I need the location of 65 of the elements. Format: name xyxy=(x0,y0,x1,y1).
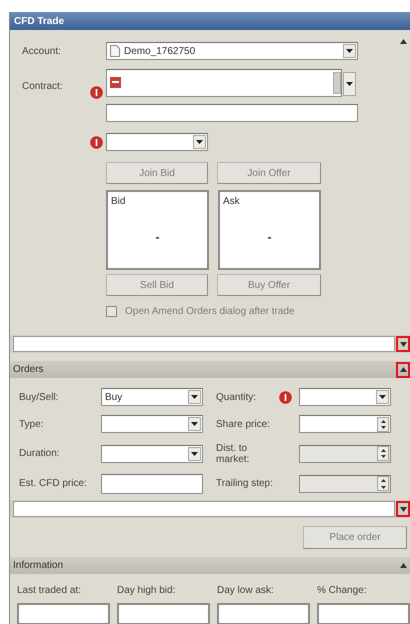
caret-down-icon xyxy=(191,395,198,400)
field-label: Contract: xyxy=(21,80,64,94)
field-label: Type: xyxy=(19,418,44,432)
dropdown-field[interactable] xyxy=(101,415,203,434)
text-field[interactable] xyxy=(106,104,358,122)
dropdown-button[interactable] xyxy=(188,446,201,461)
quote-label: Bid xyxy=(111,195,126,209)
caret-down-icon xyxy=(191,452,198,456)
quote-value: - xyxy=(154,229,160,246)
caret-down-icon xyxy=(346,49,353,53)
field-label: Day low ask: xyxy=(217,584,275,598)
field-label: Buy/Sell: xyxy=(19,390,60,405)
field-label: % Change: xyxy=(317,584,368,598)
quote-value: - xyxy=(266,229,272,246)
contract-field[interactable] xyxy=(106,68,342,96)
spin-button[interactable] xyxy=(377,416,389,432)
dropdown-button[interactable] xyxy=(376,390,389,404)
chevron-down-icon xyxy=(400,342,406,346)
dropdown-value: Demo_1762750 xyxy=(124,44,196,58)
field-label: Trailing step: xyxy=(216,478,274,490)
section-title: Information xyxy=(13,559,64,573)
field-label: Quantity: xyxy=(216,392,258,403)
expand-button[interactable] xyxy=(396,336,410,352)
field-label: Account: xyxy=(21,44,62,58)
field-label: Share price: xyxy=(216,418,271,430)
chevron-up-icon xyxy=(400,367,406,372)
document-icon xyxy=(110,45,120,57)
collapse-button[interactable] xyxy=(396,362,410,378)
section-title: Orders xyxy=(13,363,44,377)
field-label: Last traded at: xyxy=(17,584,82,598)
caret-up-icon xyxy=(380,420,386,423)
spin-field[interactable] xyxy=(299,415,391,434)
text-field[interactable] xyxy=(101,474,203,494)
field-label: Duration: xyxy=(19,447,61,462)
window-title: CFD Trade xyxy=(10,12,410,30)
caret-down-icon xyxy=(379,395,386,400)
caret-down-icon xyxy=(380,426,386,430)
expand-button[interactable] xyxy=(396,501,410,517)
dropdown-field[interactable] xyxy=(106,133,208,151)
chevron-down-icon xyxy=(400,506,406,512)
field-label: Est. CFD price: xyxy=(19,477,88,492)
account-dropdown[interactable]: Demo_1762750 xyxy=(106,42,358,60)
dropdown-button[interactable] xyxy=(188,417,201,432)
chevron-up-icon xyxy=(400,38,406,44)
quote-label: Ask xyxy=(223,195,240,209)
dropdown-field[interactable] xyxy=(299,388,391,406)
field-label: Day high bid: xyxy=(117,584,176,598)
caret-down-icon xyxy=(191,422,198,426)
field-label: Dist. to market: xyxy=(216,442,250,465)
caret-up-icon xyxy=(380,479,386,482)
checkbox-label: Open Amend Orders dialog after trade xyxy=(125,305,295,319)
chevron-up-icon xyxy=(400,563,406,568)
caret-down-icon xyxy=(196,140,203,144)
dropdown-button[interactable] xyxy=(188,390,201,404)
dropdown-button[interactable] xyxy=(343,72,356,96)
dropdown-field[interactable]: Buy xyxy=(101,388,203,406)
dropdown-button[interactable] xyxy=(343,44,356,58)
caret-up-icon xyxy=(380,448,386,452)
caret-down-icon xyxy=(380,486,386,489)
dropdown-field[interactable] xyxy=(101,444,203,463)
field-value: Buy xyxy=(105,390,122,405)
caret-down-icon xyxy=(380,455,386,458)
dropdown-button[interactable] xyxy=(193,135,206,149)
caret-down-icon xyxy=(346,82,353,86)
tile-icon xyxy=(110,77,121,88)
